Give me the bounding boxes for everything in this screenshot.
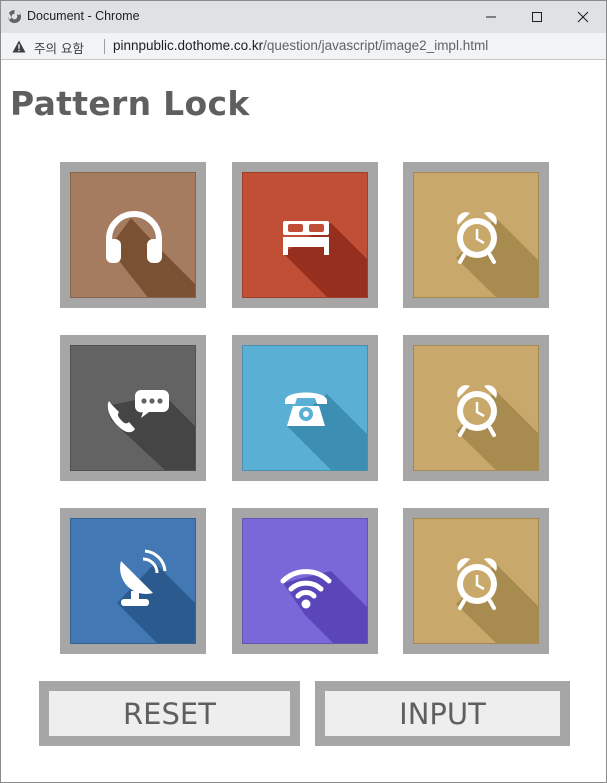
title-bar: Document - Chrome	[1, 1, 606, 33]
tile-face	[242, 172, 368, 298]
bed-icon	[283, 221, 367, 297]
security-warning-label[interactable]: 주의 요함	[34, 38, 84, 57]
input-button-label: INPUT	[325, 691, 560, 736]
headphones-icon	[106, 211, 195, 297]
pattern-tile-7[interactable]	[60, 508, 206, 654]
tile-face	[70, 518, 196, 644]
address-separator	[104, 39, 105, 54]
pattern-tile-5[interactable]	[232, 335, 378, 481]
tile-face	[413, 345, 539, 471]
satellite-dish-icon	[117, 549, 195, 643]
tile-face	[70, 172, 196, 298]
window-title: Document - Chrome	[27, 9, 140, 23]
close-window-button[interactable]	[560, 1, 606, 33]
minimize-button[interactable]	[468, 1, 514, 33]
url-text[interactable]: pinnpublic.dothome.co.kr/question/javasc…	[113, 38, 488, 53]
minimize-icon	[486, 16, 496, 18]
tile-face	[70, 345, 196, 471]
url-path: /question/javascript/image2_impl.html	[263, 38, 489, 53]
tile-face	[242, 345, 368, 471]
maximize-icon	[532, 12, 542, 22]
phone-chat-icon	[107, 390, 195, 470]
address-bar[interactable]: 주의 요함 pinnpublic.dothome.co.kr/question/…	[1, 33, 606, 60]
page-title: Pattern Lock	[10, 84, 250, 123]
tile-face	[413, 518, 539, 644]
pattern-tile-9[interactable]	[403, 508, 549, 654]
alarm-clock-icon	[456, 385, 538, 470]
alarm-clock-icon	[456, 558, 538, 643]
telephone-icon	[285, 392, 367, 470]
alarm-clock-icon	[456, 212, 538, 297]
maximize-button[interactable]	[514, 1, 560, 33]
reset-button[interactable]: RESET	[39, 681, 300, 746]
pattern-tile-1[interactable]	[60, 162, 206, 308]
pattern-tile-2[interactable]	[232, 162, 378, 308]
warning-icon[interactable]	[12, 40, 26, 53]
pattern-tile-8[interactable]	[232, 508, 378, 654]
input-button[interactable]: INPUT	[315, 681, 570, 746]
browser-window: Document - Chrome 주의 요함 pinnpublic.dotho…	[0, 0, 607, 783]
pattern-tile-3[interactable]	[403, 162, 549, 308]
pattern-tile-6[interactable]	[403, 335, 549, 481]
close-icon	[577, 11, 589, 23]
chrome-icon	[7, 9, 22, 24]
pattern-tile-4[interactable]	[60, 335, 206, 481]
tile-face	[242, 518, 368, 644]
wifi-icon	[280, 569, 367, 643]
url-host: pinnpublic.dothome.co.kr	[113, 38, 264, 53]
reset-button-label: RESET	[49, 691, 290, 736]
tile-face	[413, 172, 539, 298]
